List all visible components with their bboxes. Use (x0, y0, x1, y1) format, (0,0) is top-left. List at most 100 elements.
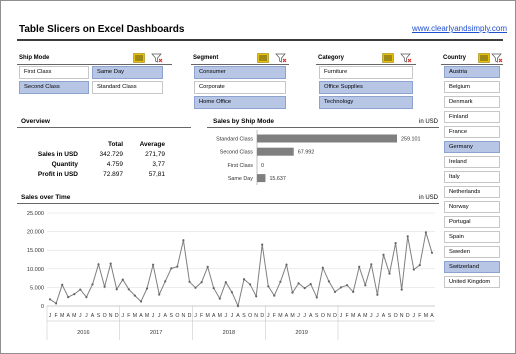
slicer-item-sweden[interactable]: Sweden (444, 246, 500, 258)
slicer-item-second-class[interactable]: Second Class (19, 81, 89, 94)
cell-average: 3,77 (152, 160, 165, 168)
cell-average: 271,79 (145, 150, 165, 158)
multi-select-icon[interactable] (382, 53, 394, 63)
data-point (200, 281, 203, 284)
overview-divider (17, 127, 191, 128)
slicer-segment: Segment (191, 53, 289, 65)
data-point (158, 293, 161, 296)
time-chart-title: Sales over Time (21, 194, 71, 201)
slicer-item-furniture[interactable]: Furniture (319, 66, 413, 79)
slicer-item-office-supplies[interactable]: Office Supplies (319, 81, 413, 94)
website-link[interactable]: www.clearlyandsimply.com (412, 24, 507, 33)
bar (257, 134, 397, 143)
bar-value-label: 67.992 (298, 150, 315, 156)
clear-filter-icon[interactable] (275, 53, 287, 63)
slicer-item-switzerland[interactable]: Switzerland (444, 261, 500, 273)
clear-filter-icon[interactable] (491, 53, 503, 63)
multi-select-icon[interactable] (133, 53, 145, 63)
slicer-title: Category (318, 55, 345, 61)
slicer-category: Category (316, 53, 416, 65)
slicer-item-netherlands[interactable]: Netherlands (444, 186, 500, 198)
month-tick-label: O (394, 313, 398, 319)
data-point (339, 286, 343, 289)
overview-title: Overview (21, 118, 50, 125)
month-tick-label: S (315, 313, 319, 319)
multi-select-icon[interactable] (478, 53, 490, 63)
data-point (145, 287, 149, 290)
slicer-item-same-day[interactable]: Same Day (92, 66, 163, 79)
data-point (61, 283, 64, 286)
slicer-item-germany[interactable]: Germany (444, 141, 500, 153)
slicer-item-home-office[interactable]: Home Office (194, 96, 286, 109)
month-tick-label: J (49, 313, 52, 319)
cell-total: 72.897 (103, 170, 123, 178)
slicer-divider (191, 64, 289, 65)
data-point (303, 287, 306, 290)
month-tick-label: A (357, 313, 361, 319)
slicer-item-austria[interactable]: Austria (444, 66, 500, 78)
slicer-item-corporate[interactable]: Corporate (194, 81, 286, 94)
month-tick-label: M (290, 313, 294, 319)
data-point (406, 235, 409, 238)
data-point (73, 293, 76, 296)
clear-filter-icon[interactable] (400, 53, 412, 63)
month-tick-label: A (66, 313, 70, 319)
clear-filter-icon[interactable] (151, 53, 163, 63)
table-header-row: Total Average (23, 139, 165, 149)
month-tick-label: M (363, 313, 367, 319)
month-tick-label: A (91, 313, 95, 319)
month-tick-label: M (218, 313, 222, 319)
month-tick-label: D (260, 313, 264, 319)
slicer-item-ireland[interactable]: Ireland (444, 156, 500, 168)
slicer-title: Ship Mode (19, 55, 50, 61)
slicer-item-denmark[interactable]: Denmark (444, 96, 500, 108)
month-tick-label: A (163, 313, 167, 319)
data-point (133, 294, 136, 297)
data-point (188, 280, 191, 283)
month-tick-label: A (236, 313, 240, 319)
data-point (382, 253, 385, 256)
data-point (297, 282, 300, 285)
month-tick-label: J (412, 313, 415, 319)
data-point (97, 263, 100, 266)
month-tick-label: A (212, 313, 216, 319)
data-point (352, 290, 355, 293)
slicer-item-technology[interactable]: Technology (319, 96, 413, 109)
month-tick-label: J (267, 313, 270, 319)
month-tick-label: N (400, 313, 404, 319)
data-point (273, 294, 276, 297)
slicer-item-spain[interactable]: Spain (444, 231, 500, 243)
slicer-item-united-kingdom[interactable]: United Kingdom (444, 276, 500, 288)
data-point (139, 300, 143, 303)
year-label: 2017 (150, 330, 162, 336)
slicer-item-italy[interactable]: Italy (444, 171, 500, 183)
data-point (370, 263, 373, 266)
slicer-item-belgium[interactable]: Belgium (444, 81, 500, 93)
month-tick-label: S (388, 313, 392, 319)
data-point (194, 286, 197, 289)
multi-select-icon[interactable] (257, 53, 269, 63)
data-point (267, 285, 270, 288)
month-tick-label: O (103, 313, 107, 319)
slicer-item-first-class[interactable]: First Class (19, 66, 89, 79)
slicer-item-consumer[interactable]: Consumer (194, 66, 286, 79)
data-point (412, 268, 415, 271)
month-tick-label: N (182, 313, 186, 319)
month-tick-label: F (273, 313, 276, 319)
slicer-item-standard-class[interactable]: Standard Class (92, 81, 163, 94)
data-point (364, 284, 367, 287)
data-point (79, 288, 82, 291)
slicer-item-norway[interactable]: Norway (444, 201, 500, 213)
table-row: Quantity 4.759 3,77 (23, 159, 165, 169)
data-point (152, 263, 155, 266)
data-point (182, 239, 185, 242)
month-tick-label: J (194, 313, 197, 319)
overview-table: Total Average Sales in USD 342.729 271,7… (23, 139, 165, 179)
month-tick-label: A (430, 313, 434, 319)
slicer-item-portugal[interactable]: Portugal (444, 216, 500, 228)
month-tick-label: J (79, 313, 82, 319)
month-tick-label: M (60, 313, 64, 319)
data-point (249, 283, 252, 286)
slicer-item-france[interactable]: France (444, 126, 500, 138)
slicer-item-finland[interactable]: Finland (444, 111, 500, 123)
